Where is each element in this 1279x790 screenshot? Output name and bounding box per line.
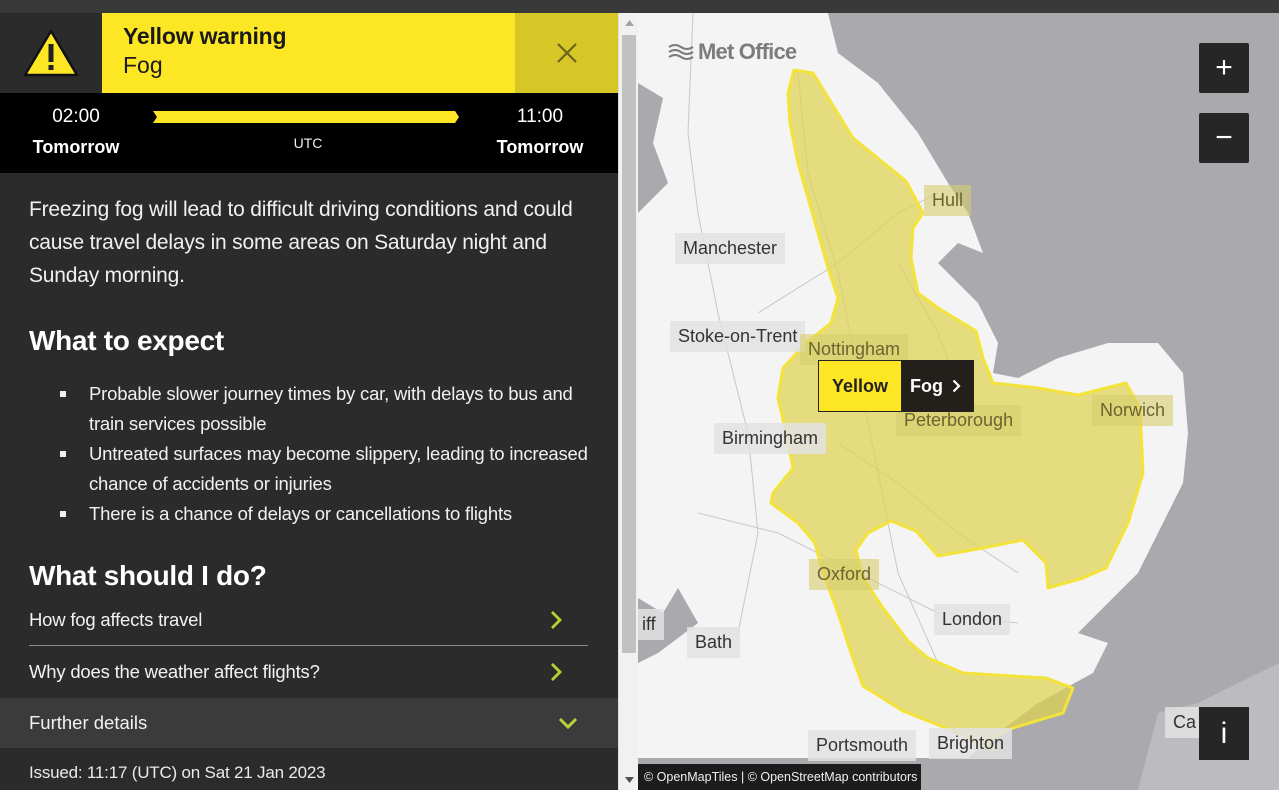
city-label-stoke-on-trent: Stoke-on-Trent [670,321,806,352]
city-label-bath: Bath [687,627,741,658]
warning-triangle-icon [23,29,79,77]
start-time: 02:00 [52,106,100,127]
link-label: How fog affects travel [29,608,203,630]
scroll-thumb[interactable] [622,35,636,653]
warning-title: Yellow warning Fog [102,13,515,93]
map-info-button[interactable]: i [1199,707,1249,760]
issued-timestamp: Issued: 11:17 (UTC) on Sat 21 Jan 2023 [29,763,326,782]
city-label-portsmouth: Portsmouth [808,730,917,761]
zoom-out-button[interactable]: − [1199,113,1249,163]
met-office-logo: Met Office [668,39,797,65]
bullet-icon [60,451,66,457]
timeline-range-bar [153,111,459,123]
city-label-oxford: Oxford [809,559,880,590]
timezone-label: UTC [293,135,323,151]
link-label: Why does the weather affect flights? [29,661,320,682]
warning-level: Yellow warning [123,23,287,49]
map-warning-label[interactable]: Yellow Fog [818,360,974,412]
warning-type: Fog [123,52,163,78]
bullet-icon [60,391,66,397]
city-label-brighton: Brighton [929,728,1013,759]
chevron-right-icon [551,663,562,681]
what-should-i-do-heading: What should I do? [29,560,267,591]
city-label-london: London [934,604,1011,635]
met-office-logo-text: Met Office [698,39,797,64]
bullet-icon [60,511,66,517]
scroll-up-button[interactable] [619,13,639,33]
panel-scrollbar[interactable] [618,13,638,790]
list-item: Untreated surfaces may become slippery, … [60,439,600,499]
chevron-right-icon [952,379,961,393]
city-label-birmingham: Birmingham [714,423,827,454]
warning-panel: Yellow warning Fog 02:00 Tomorrow UTC 11… [0,13,618,790]
chevron-right-icon [551,610,562,629]
map-warning-type-text: Fog [910,375,943,396]
further-details-toggle[interactable]: Further details [0,698,618,748]
list-item-text: There is a chance of delays or cancellat… [89,503,512,524]
city-label-norwich: Norwich [1092,395,1174,426]
warning-header: Yellow warning Fog [0,13,618,93]
end-day: Tomorrow [496,137,584,157]
map-attribution[interactable]: © OpenMapTiles | © OpenStreetMap contrib… [638,764,922,790]
zoom-in-button[interactable]: + [1199,43,1249,93]
top-strip [0,0,1279,13]
what-to-expect-heading: What to expect [29,325,224,356]
city-label-manchester: Manchester [675,233,786,264]
timeline-start: 02:00 Tomorrow [1,106,151,158]
list-item: Probable slower journey times by car, wi… [60,379,600,439]
timeline-end: 11:00 Tomorrow [465,106,615,158]
met-office-waves-icon [668,44,694,60]
map-warning-type: Fog [901,361,973,411]
end-time: 11:00 [516,106,564,127]
chevron-down-icon [558,717,578,729]
further-details-label: Further details [29,712,148,733]
summary-block: Freezing fog will lead to difficult driv… [29,193,589,292]
start-day: Tomorrow [32,137,120,157]
timeline-bar: 02:00 Tomorrow UTC 11:00 Tomorrow [0,93,618,173]
scroll-up-arrow-icon [624,20,634,26]
link-weather-flights[interactable]: Why does the weather affect flights? [29,646,588,698]
map-warning-level: Yellow [819,361,901,411]
warning-icon-box [0,13,102,93]
list-item-text: Untreated surfaces may become slippery, … [89,443,588,494]
warning-summary: Freezing fog will lead to difficult driv… [29,198,573,287]
scroll-down-arrow-icon [624,777,634,783]
city-label-hull: Hull [924,185,972,216]
list-item: There is a chance of delays or cancellat… [60,499,600,529]
warning-map[interactable]: Met Office Hull Manchester Stoke-on-Tren… [638,13,1279,790]
city-label-cardiff: iff [638,609,664,640]
link-fog-travel[interactable]: How fog affects travel [29,594,588,646]
list-item-text: Probable slower journey times by car, wi… [89,383,573,434]
expect-list: Probable slower journey times by car, wi… [60,379,600,529]
scroll-down-button[interactable] [619,770,639,790]
close-icon [556,43,577,63]
close-button[interactable] [515,13,618,93]
